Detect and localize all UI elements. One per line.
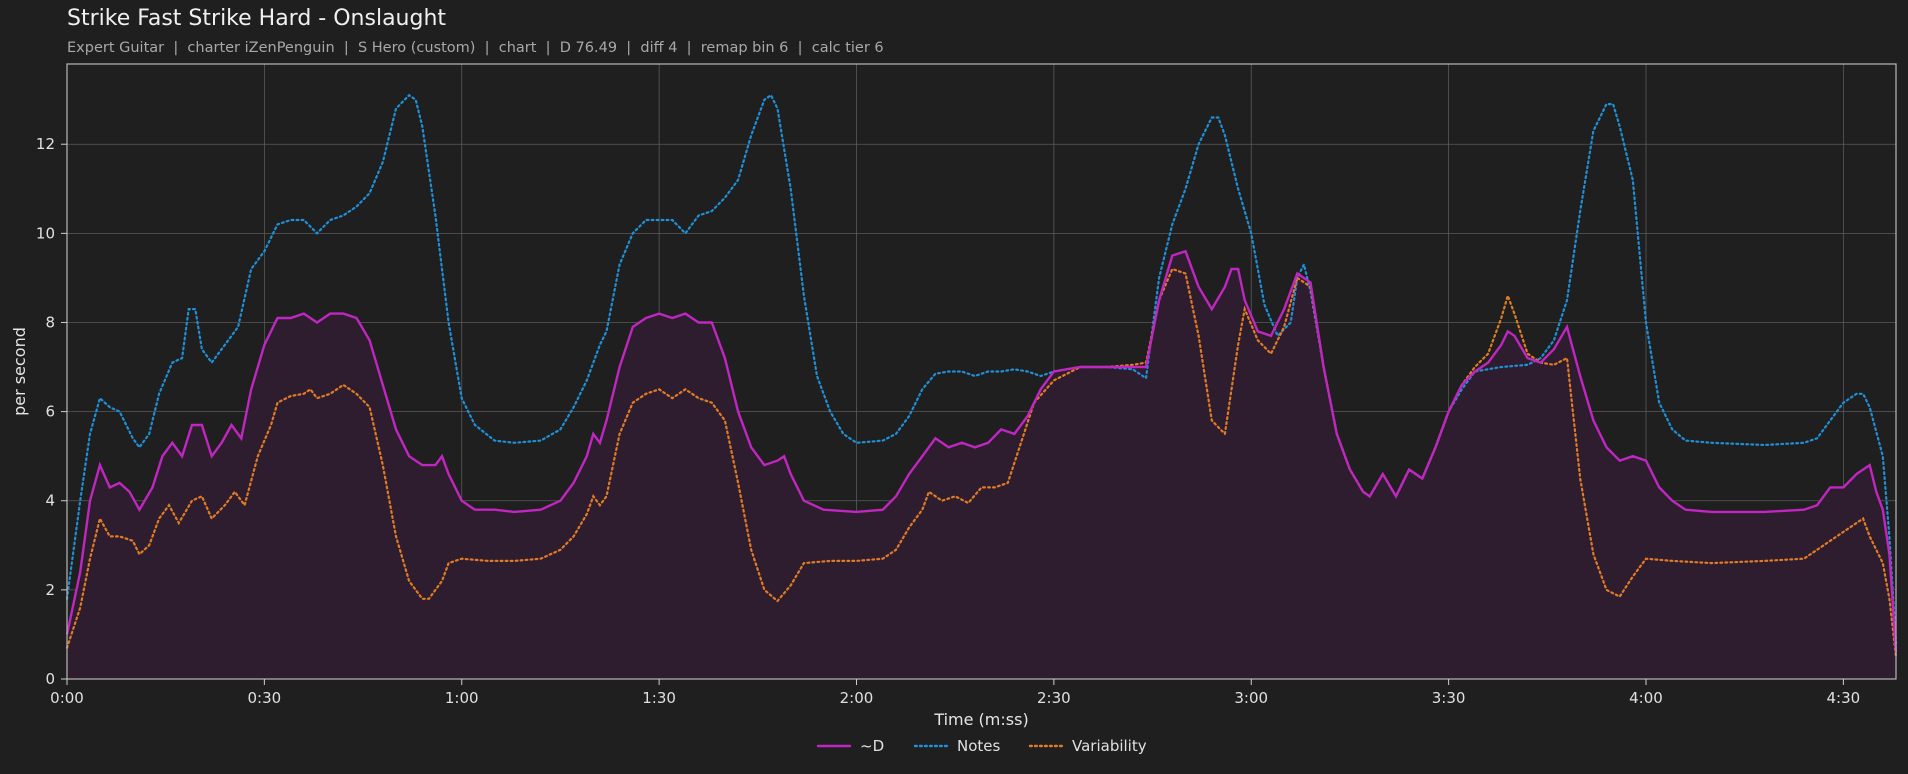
x-tick-label: 0:00 [50,689,84,707]
y-tick-label: 6 [45,403,55,421]
legend-label: Notes [957,737,1001,755]
x-tick-label: 3:30 [1432,689,1466,707]
y-tick-label: 12 [36,135,55,153]
x-tick-label: 1:30 [642,689,676,707]
legend-label: Variability [1072,737,1147,755]
y-axis: 0 2 4 6 8 10 12 [36,135,67,688]
x-axis-label: Time (m:ss) [933,710,1028,729]
y-tick-label: 10 [36,224,55,242]
legend: ~D Notes Variability [816,737,1147,755]
y-tick-label: 2 [45,581,55,599]
x-tick-label: 4:00 [1629,689,1663,707]
y-tick-label: 4 [45,492,55,510]
x-tick-label: 4:30 [1827,689,1861,707]
y-tick-label: 8 [45,313,55,331]
series-d-area [67,251,1896,679]
x-tick-label: 1:00 [445,689,479,707]
x-tick-label: 2:00 [840,689,874,707]
x-tick-label: 3:00 [1234,689,1268,707]
x-tick-label: 0:30 [248,689,282,707]
x-tick-label: 2:30 [1037,689,1071,707]
chart: 0:00 0:30 1:00 1:30 2:00 2:30 3:00 3:30 4:00 4:30… [10,63,1898,755]
x-axis: 0:00 0:30 1:00 1:30 2:00 2:30 3:00 3:30 4:00 4:30 [50,679,1860,707]
y-tick-label: 0 [45,670,55,688]
y-axis-label: per second [10,327,29,416]
legend-label: ~D [860,737,884,755]
